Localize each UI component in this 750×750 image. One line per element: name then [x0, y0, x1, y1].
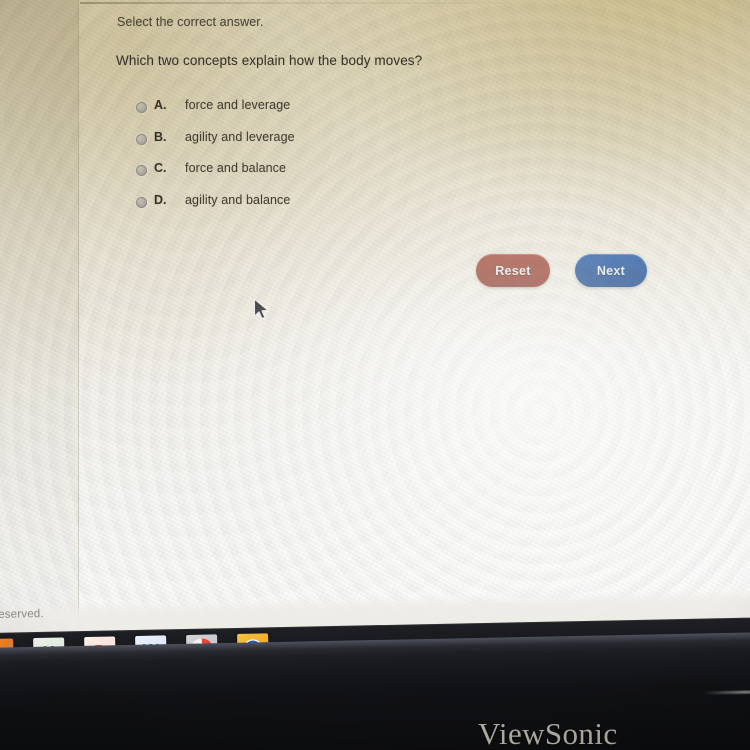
option-letter-c: C.	[154, 161, 167, 175]
radio-button-c[interactable]	[136, 165, 147, 176]
quiz-content: Select the correct answer. Which two con…	[0, 0, 750, 664]
reset-button[interactable]: Reset	[476, 254, 550, 287]
option-text-b: agility and leverage	[185, 129, 295, 144]
option-c[interactable]: C. force and balance	[0, 161, 750, 193]
answer-options-list: A. force and leverage B. agility and lev…	[0, 98, 750, 224]
option-letter-b: B.	[154, 129, 167, 144]
monitor-bezel	[0, 631, 750, 750]
mouse-cursor-arrow-icon	[253, 298, 269, 320]
radio-button-d[interactable]	[136, 196, 147, 208]
option-text-c: force and balance	[185, 161, 287, 175]
radio-button-b[interactable]	[136, 133, 147, 145]
option-letter-d: D.	[154, 192, 167, 207]
instruction-text: Select the correct answer.	[117, 15, 264, 29]
radio-button-a[interactable]	[136, 102, 147, 113]
monitor-screen: Select the correct answer. Which two con…	[0, 0, 750, 664]
bezel-light-reflection	[703, 690, 750, 695]
monitor-brand-label: ViewSonic	[478, 716, 618, 750]
question-text: Which two concepts explain how the body …	[116, 53, 423, 68]
photo-of-monitor: Select the correct answer. Which two con…	[0, 0, 750, 750]
option-b[interactable]: B. agility and leverage	[0, 130, 750, 162]
footer-copyright-text: reserved.	[0, 608, 44, 621]
option-a[interactable]: A. force and leverage	[0, 98, 750, 130]
option-text-a: force and leverage	[185, 98, 291, 112]
next-button[interactable]: Next	[575, 254, 647, 287]
option-text-d: agility and balance	[185, 192, 291, 207]
option-d[interactable]: D. agility and balance	[0, 193, 750, 225]
option-letter-a: A.	[154, 98, 167, 112]
